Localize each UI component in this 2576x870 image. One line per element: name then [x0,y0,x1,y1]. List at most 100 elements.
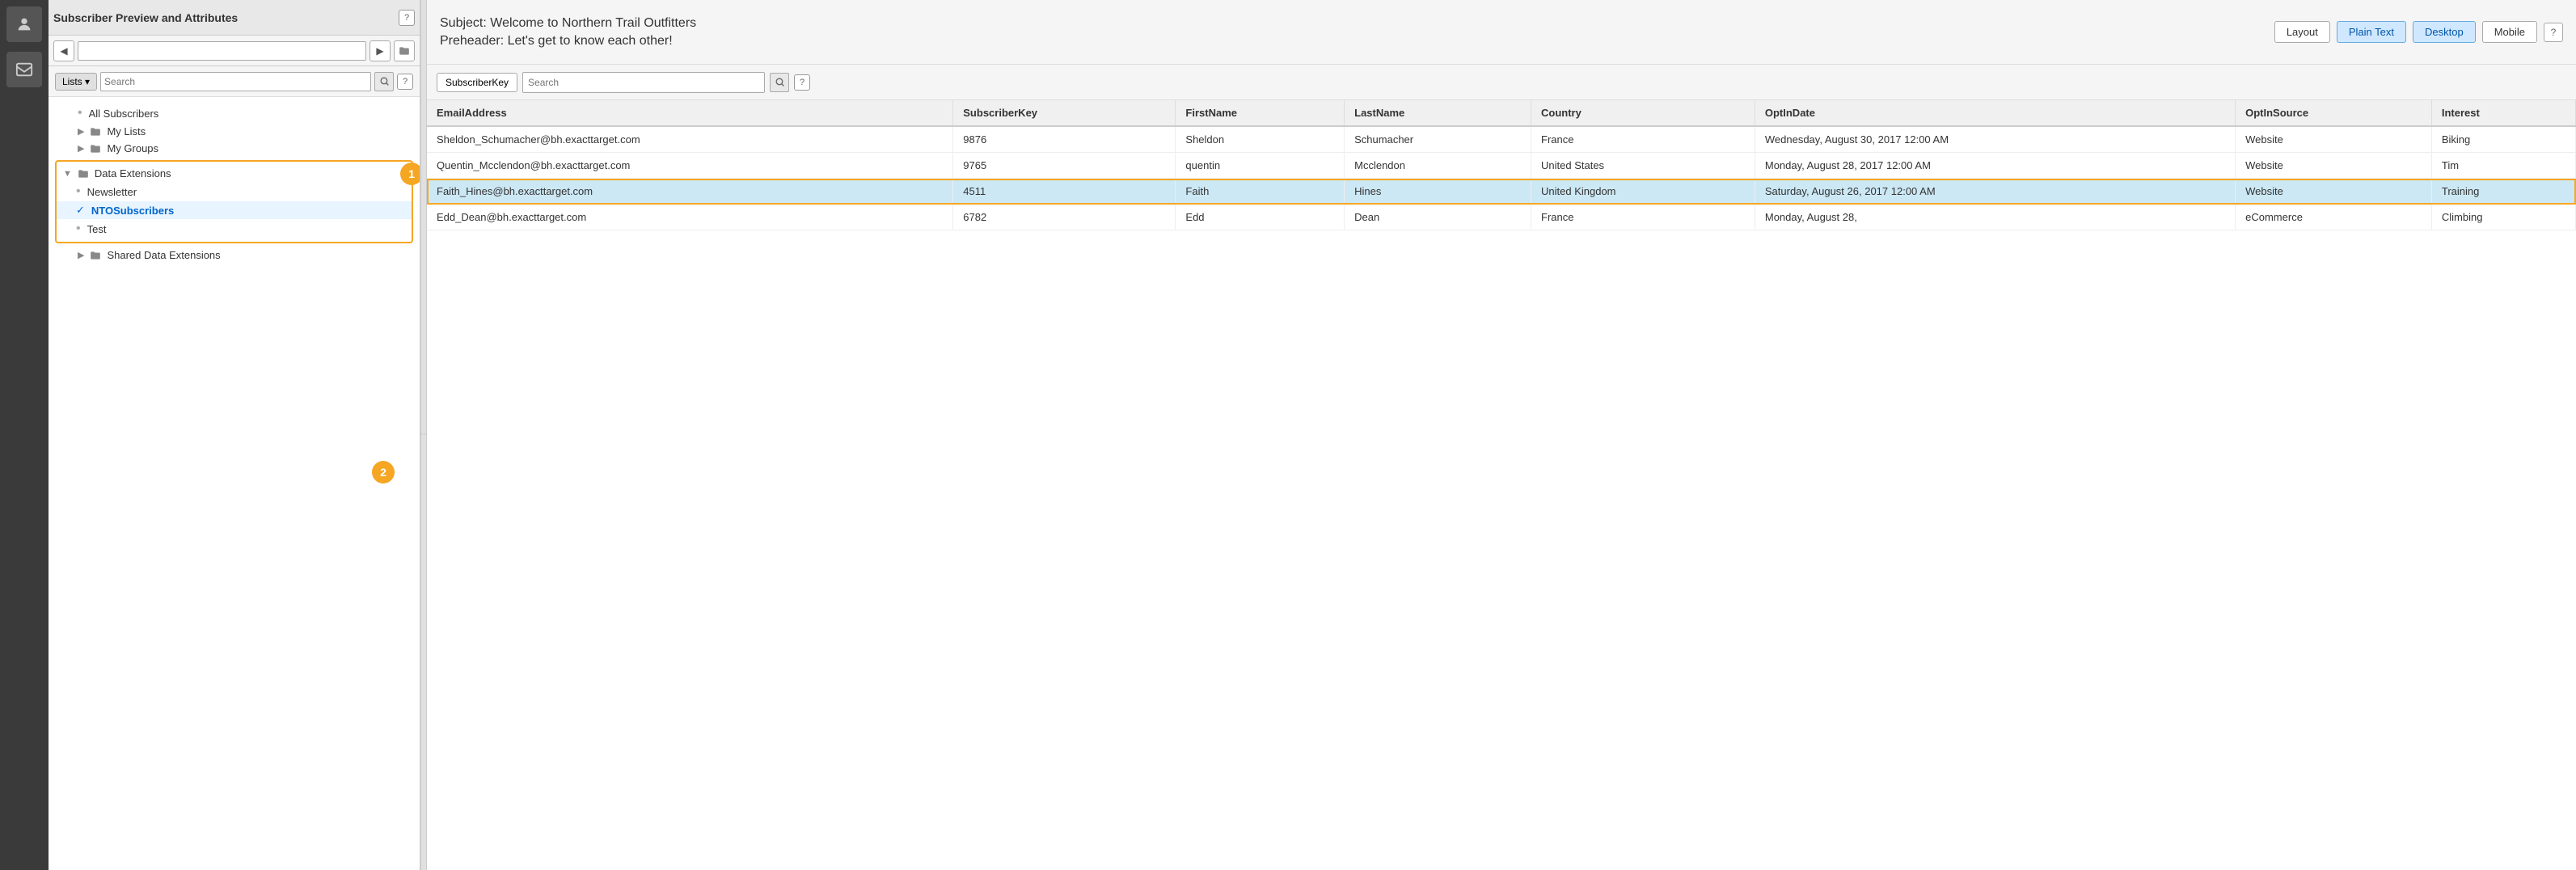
cell-row1-col1: Sheldon_Schumacher@bh.exacttarget.com [427,126,953,153]
cell-row4-col1: Edd_Dean@bh.exacttarget.com [427,205,953,230]
cell-row4-col2: 6782 [953,205,1176,230]
badge-1: 1 [400,163,420,185]
tree-item-my-lists[interactable]: ▶ My Lists [49,123,420,140]
tree-label-my-lists: My Lists [107,125,146,137]
check-icon-nto: ✓ [76,204,85,217]
resize-handle[interactable]: ⋮ [420,0,427,870]
tree-label-data-extensions: Data Extensions [95,167,171,179]
cell-row3-col6: Saturday, August 26, 2017 12:00 AM [1755,179,2235,205]
col-header-lastname[interactable]: LastName [1345,100,1531,126]
folder-icon-data-ext [78,168,89,179]
toolbar-buttons: Layout Plain Text Desktop Mobile ? [2274,21,2563,43]
cell-row4-col8: Climbing [2431,205,2575,230]
preheader-line: Preheader: Let's get to know each other! [440,34,696,49]
col-header-key[interactable]: SubscriberKey [953,100,1176,126]
table-area: EmailAddress SubscriberKey FirstName Las… [427,100,2576,870]
cell-row2-col4: Mcclendon [1345,153,1531,179]
panel-title: Subscriber Preview and Attributes [53,11,395,24]
tree-item-my-groups[interactable]: ▶ My Groups [49,140,420,157]
col-header-email[interactable]: EmailAddress [427,100,953,126]
table-row[interactable]: Faith_Hines@bh.exacttarget.com4511FaithH… [427,179,2576,205]
col-header-optinsource[interactable]: OptInSource [2236,100,2432,126]
cell-row1-col7: Website [2236,126,2432,153]
folder-icon-shared [90,250,101,261]
badge-2: 2 [372,461,395,484]
tree-item-nto-subscribers[interactable]: ✓ NTOSubscribers [57,201,412,219]
tree-label-shared-data-ext: Shared Data Extensions [107,249,220,261]
tree-label-test: Test [87,223,107,235]
cell-row1-col4: Schumacher [1345,126,1531,153]
subscriber-search-input[interactable] [522,72,765,93]
table-row[interactable]: Sheldon_Schumacher@bh.exacttarget.com987… [427,126,2576,153]
col-header-country[interactable]: Country [1531,100,1755,126]
cell-row1-col6: Wednesday, August 30, 2017 12:00 AM [1755,126,2235,153]
cell-row3-col8: Training [2431,179,2575,205]
folder-icon-my-lists [90,126,101,137]
desktop-button[interactable]: Desktop [2413,21,2476,43]
cell-row1-col5: France [1531,126,1755,153]
cell-row2-col7: Website [2236,153,2432,179]
user-icon-btn[interactable] [6,6,42,42]
subscriber-search-icon-btn[interactable] [770,73,789,92]
subscriber-help-button[interactable]: ? [794,74,810,91]
cell-row3-col3: Faith [1176,179,1345,205]
col-header-optindate[interactable]: OptInDate [1755,100,2235,126]
folder-button[interactable] [394,40,415,61]
cell-row2-col8: Tim [2431,153,2575,179]
cell-row3-col2: 4511 [953,179,1176,205]
main-toolbar: Subject: Welcome to Northern Trail Outfi… [427,0,2576,65]
cell-row1-col3: Sheldon [1176,126,1345,153]
sidebar-icons [0,0,49,870]
tree-label-nto-subscribers: NTOSubscribers [91,205,174,217]
col-header-interest[interactable]: Interest [2431,100,2575,126]
mobile-button[interactable]: Mobile [2482,21,2537,43]
left-panel: Subscriber Preview and Attributes ? ◀ ▶ … [49,0,420,870]
layout-button[interactable]: Layout [2274,21,2330,43]
email-icon-btn[interactable] [6,52,42,87]
left-panel-header: Subscriber Preview and Attributes ? [49,0,420,36]
tree-container: • All Subscribers ▶ My Lists ▶ My Groups [49,97,420,870]
subscriberkey-button[interactable]: SubscriberKey [437,73,517,92]
table-row[interactable]: Edd_Dean@bh.exacttarget.com6782EddDeanFr… [427,205,2576,230]
tree-search-input[interactable] [100,72,371,91]
bullet-icon-newsletter: • [76,184,81,199]
cell-row2-col1: Quentin_Mcclendon@bh.exacttarget.com [427,153,953,179]
main-help-button[interactable]: ? [2544,23,2563,42]
expand-icon-data-ext: ▼ [63,169,72,179]
nav-input[interactable] [78,41,366,61]
folder-icon-my-groups [90,143,101,154]
cell-row4-col7: eCommerce [2236,205,2432,230]
subject-line: Subject: Welcome to Northern Trail Outfi… [440,16,696,31]
subscribers-table: EmailAddress SubscriberKey FirstName Las… [427,100,2576,230]
tree-item-newsletter[interactable]: • Newsletter [57,182,412,201]
main-panel: Subject: Welcome to Northern Trail Outfi… [427,0,2576,870]
tree-item-shared-data-ext[interactable]: ▶ Shared Data Extensions [49,247,420,264]
nav-bar: ◀ ▶ [49,36,420,66]
tree-item-all-subscribers[interactable]: • All Subscribers [49,103,420,123]
lists-dropdown-button[interactable]: Lists ▾ [55,73,97,91]
panel-help-button[interactable]: ? [399,10,415,26]
collapse-icon-my-lists: ▶ [78,126,84,137]
tree-search-icon-btn[interactable] [374,72,394,91]
forward-button[interactable]: ▶ [370,40,391,61]
back-button[interactable]: ◀ [53,40,74,61]
tree-label-all-subscribers: All Subscribers [89,108,159,120]
cell-row4-col3: Edd [1176,205,1345,230]
cell-row1-col8: Biking [2431,126,2575,153]
cell-row2-col5: United States [1531,153,1755,179]
cell-row2-col3: quentin [1176,153,1345,179]
plain-text-button[interactable]: Plain Text [2337,21,2406,43]
tree-item-data-extensions[interactable]: ▼ Data Extensions 1 [57,165,412,182]
tree-search-bar: Lists ▾ ? [49,66,420,97]
collapse-icon-my-groups: ▶ [78,143,84,154]
col-header-firstname[interactable]: FirstName [1176,100,1345,126]
subject-area: Subject: Welcome to Northern Trail Outfi… [440,16,696,49]
bullet-icon-test: • [76,222,81,236]
tree-help-button[interactable]: ? [397,74,413,90]
cell-row4-col5: France [1531,205,1755,230]
data-extensions-group: ▼ Data Extensions 1 • Newsletter ✓ NTOSu… [55,160,413,243]
tree-item-test[interactable]: • Test [57,219,412,239]
table-row[interactable]: Quentin_Mcclendon@bh.exacttarget.com9765… [427,153,2576,179]
collapse-icon-shared: ▶ [78,250,84,260]
cell-row4-col6: Monday, August 28, [1755,205,2235,230]
